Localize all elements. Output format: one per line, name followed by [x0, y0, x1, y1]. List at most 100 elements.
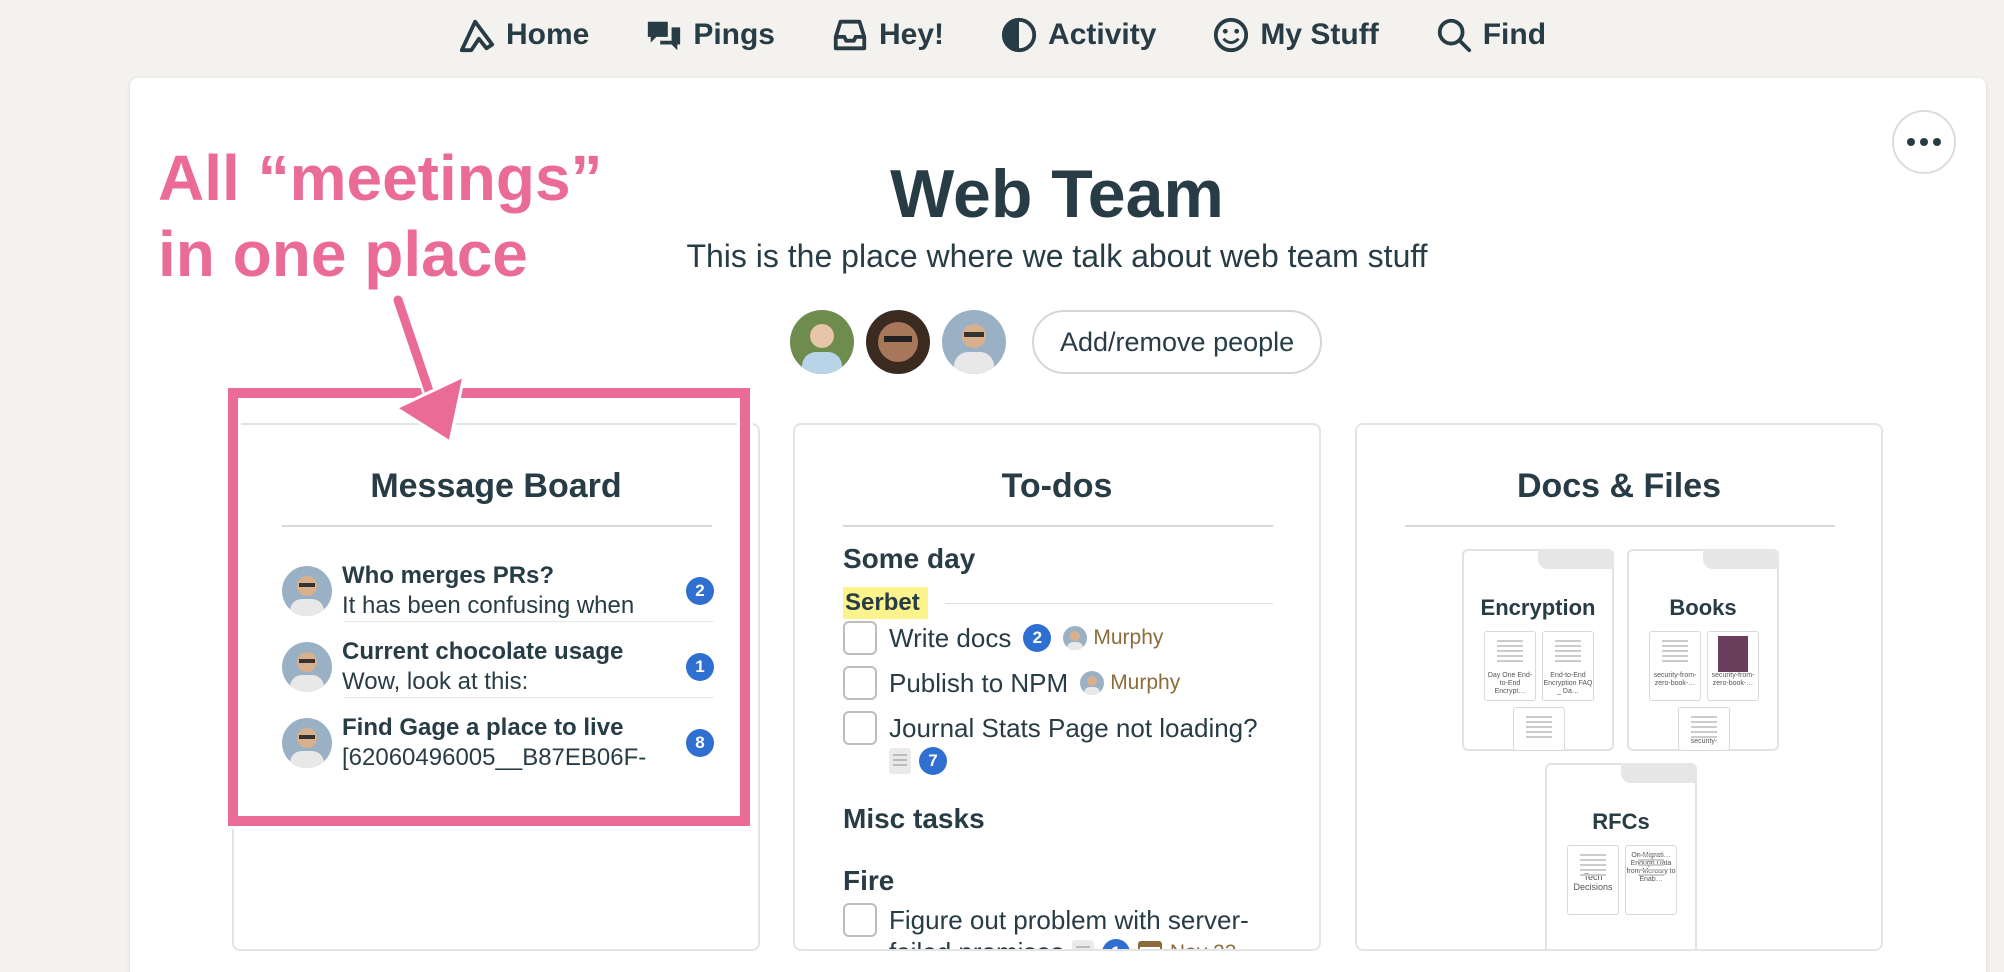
nav-activity-label: Activity: [1048, 18, 1157, 51]
comment-count-badge: 7: [919, 747, 947, 775]
file-thumbnail[interactable]: Tech Decisions: [1567, 845, 1619, 915]
nav-find-label: Find: [1482, 18, 1547, 51]
todo-checkbox[interactable]: [843, 711, 877, 745]
comment-count-badge: 2: [686, 577, 714, 605]
nav-activity[interactable]: Activity: [1000, 16, 1156, 54]
todo-label[interactable]: Figure out problem with server-: [889, 905, 1249, 936]
message-excerpt: Wow, look at this:: [342, 668, 529, 695]
nav-home[interactable]: Home: [458, 16, 589, 54]
file-thumbnail[interactable]: security-from-zero-book-…: [1649, 631, 1701, 701]
nav-hey[interactable]: Hey!: [831, 16, 944, 54]
todo-item[interactable]: Figure out problem with server-: [843, 903, 1249, 937]
nav-pings[interactable]: Pings: [645, 16, 775, 54]
message-title: Current chocolate usage: [342, 638, 624, 665]
avatar[interactable]: [866, 310, 930, 374]
file-thumbnail[interactable]: [1513, 707, 1565, 751]
annotation-line-2: in one place: [158, 218, 528, 290]
todo-item[interactable]: Write docs 2 Murphy: [843, 621, 1163, 655]
file-thumbnail[interactable]: End-to-End Encryption FAQ _ Da…: [1542, 631, 1594, 701]
folder-books[interactable]: Books security-from-zero-book-… security…: [1627, 549, 1779, 751]
folder-tab: [1538, 549, 1614, 569]
todos-title[interactable]: To-dos: [795, 467, 1319, 506]
divider: [1405, 525, 1835, 527]
notes-icon: [889, 748, 911, 774]
nav-home-label: Home: [505, 18, 590, 51]
top-nav: Home Pings Hey! Activity My Stuff Find: [0, 0, 2004, 70]
people-row: Add/remove people: [790, 310, 1323, 374]
avatar: [1063, 626, 1088, 650]
folder-name: RFCs: [1592, 809, 1650, 834]
divider: [843, 525, 1273, 527]
comment-count-badge: 2: [1023, 624, 1052, 652]
docs-files-panel[interactable]: Docs & Files Encryption Day One End-to-E…: [1355, 423, 1883, 951]
todo-checkbox[interactable]: [843, 666, 877, 700]
avatar: [1080, 671, 1105, 695]
todo-checkbox[interactable]: [843, 621, 877, 655]
add-remove-people-button[interactable]: Add/remove people: [1032, 310, 1323, 374]
todo-list-name[interactable]: Misc tasks: [843, 803, 985, 835]
file-thumbnail[interactable]: security-from-zero-book-…: [1707, 631, 1759, 701]
assignee-name: Murphy: [1093, 626, 1164, 649]
avatar: [282, 566, 332, 616]
file-thumbnail[interactable]: Day One End-to-End Encrypt…: [1484, 631, 1536, 701]
activity-icon: [1001, 17, 1037, 53]
folder-rfcs[interactable]: RFCs Tech Decisions On Migrati… Enough D…: [1545, 763, 1697, 949]
hey-icon: [833, 19, 867, 51]
nav-find[interactable]: Find: [1435, 16, 1546, 54]
todo-group-label: Serbet: [843, 587, 928, 619]
dot-icon: [1933, 138, 1941, 146]
todos-panel[interactable]: To-dos Some day Serbet Write docs 2 Murp…: [793, 423, 1321, 951]
comment-count-badge: 8: [686, 729, 714, 757]
dot-icon: [1920, 138, 1928, 146]
docs-files-title[interactable]: Docs & Files: [1357, 467, 1881, 506]
message-item[interactable]: Who merges PRs? It has been confusing wh…: [282, 553, 714, 629]
message-title: Who merges PRs?: [342, 562, 555, 589]
due-date: Nov 23: [1170, 941, 1237, 950]
todo-label[interactable]: Publish to NPM: [889, 668, 1068, 699]
file-thumbnail[interactable]: On Migrati… Enough Data from Mercury to …: [1625, 845, 1677, 915]
todo-label-continued[interactable]: failed promises: [889, 937, 1064, 949]
comment-count-badge: 1: [1101, 938, 1130, 949]
message-board-panel[interactable]: Message Board Who merges PRs? It has bee…: [232, 423, 760, 951]
calendar-icon: [1137, 940, 1162, 949]
divider: [282, 525, 712, 527]
nav-mystuff-label: My Stuff: [1260, 18, 1379, 51]
todo-item-continued[interactable]: failed promises 1 Nov 23: [889, 937, 1237, 950]
search-icon: [1437, 18, 1471, 53]
todo-item[interactable]: Journal Stats Page not loading?: [843, 711, 1258, 745]
dot-icon: [1907, 138, 1915, 146]
folder-tab: [1703, 549, 1779, 569]
assignee: Murphy: [1063, 626, 1163, 650]
message-excerpt: It has been confusing when: [342, 592, 635, 619]
nav-hey-label: Hey!: [879, 18, 945, 51]
folder-encryption[interactable]: Encryption Day One End-to-End Encrypt… E…: [1462, 549, 1614, 751]
message-board-title[interactable]: Message Board: [234, 467, 758, 506]
divider: [344, 697, 714, 698]
home-icon: [459, 19, 495, 53]
todo-label[interactable]: Write docs: [889, 623, 1011, 654]
assignee: Murphy: [1080, 671, 1180, 695]
todo-checkbox[interactable]: [843, 903, 877, 937]
todo-list-name[interactable]: Some day: [843, 543, 975, 575]
todo-list-name[interactable]: Fire: [843, 865, 894, 897]
mystuff-icon: [1214, 17, 1249, 53]
avatar[interactable]: [942, 310, 1006, 374]
annotation-callout: All “meetings” in one place: [158, 140, 603, 292]
message-item[interactable]: Current chocolate usage Wow, look at thi…: [282, 629, 714, 705]
notes-icon: [1071, 939, 1094, 949]
file-thumbnail[interactable]: security-: [1678, 707, 1730, 751]
message-item[interactable]: Find Gage a place to live [62060496005__…: [282, 705, 714, 781]
avatar: [282, 642, 332, 692]
divider: [945, 603, 1273, 604]
avatar: [282, 718, 332, 768]
todo-item[interactable]: Publish to NPM Murphy: [843, 666, 1180, 700]
avatar[interactable]: [790, 310, 854, 374]
folder-tab: [1621, 763, 1697, 783]
todo-label[interactable]: Journal Stats Page not loading?: [889, 713, 1258, 744]
divider: [344, 621, 714, 622]
pings-icon: [648, 21, 681, 51]
todo-meta: 7: [889, 747, 947, 775]
nav-pings-label: Pings: [693, 18, 775, 51]
comment-count-badge: 1: [686, 653, 714, 681]
nav-mystuff[interactable]: My Stuff: [1212, 16, 1379, 54]
